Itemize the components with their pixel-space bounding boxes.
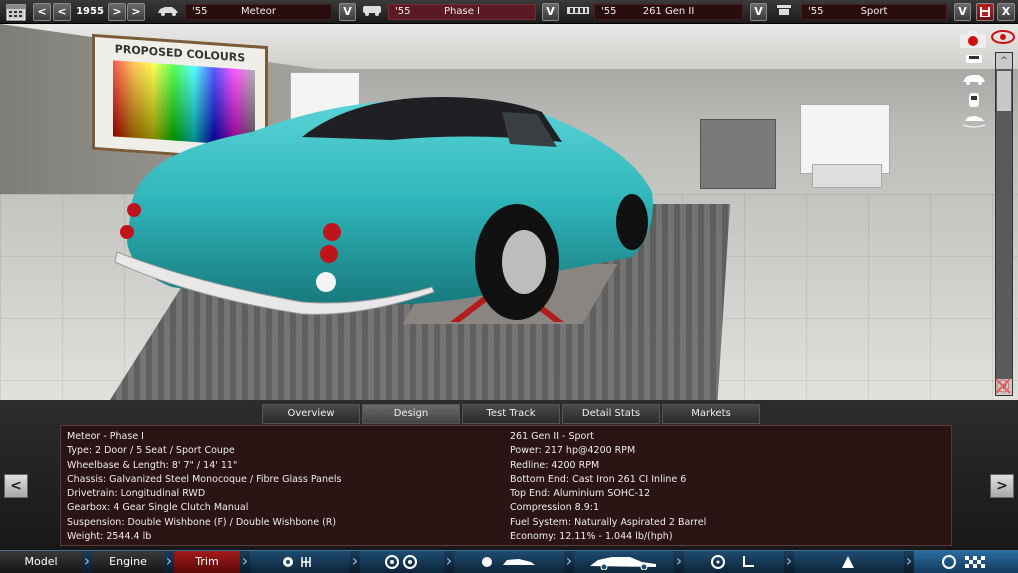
nav-engine[interactable]: Engine xyxy=(92,551,164,573)
tab-detail-stats[interactable]: Detail Stats xyxy=(562,404,660,424)
nav-fuel-testing[interactable] xyxy=(794,551,904,573)
nav-interior[interactable] xyxy=(684,551,784,573)
year-prev-button[interactable]: < xyxy=(53,3,71,21)
engine-summary-column: 261 Gen II - Sport Power: 217 hp@4200 RP… xyxy=(510,430,706,544)
model-dropdown-button[interactable]: V xyxy=(339,3,356,21)
car-gearbox: Gearbox: 4 Gear Single Clutch Manual xyxy=(67,502,249,514)
model-selector[interactable]: '55 Meteor xyxy=(185,4,332,20)
wheels-icon xyxy=(385,555,417,569)
engine-redline: Redline: 4200 RPM xyxy=(510,459,600,471)
reset-view-icon[interactable] xyxy=(992,376,1014,398)
engine-economy: Economy: 12.11% - 1.044 lb/(hph) xyxy=(510,531,673,543)
info-next-button[interactable]: > xyxy=(990,474,1014,498)
nav-design[interactable] xyxy=(574,551,674,573)
interior-icon xyxy=(711,555,754,569)
engine-dropdown-button[interactable]: V xyxy=(750,3,767,21)
garage-window xyxy=(700,119,776,189)
calendar-icon[interactable] xyxy=(4,3,28,21)
scroll-up-button[interactable]: ^ xyxy=(996,53,1012,69)
nav-drivetrain[interactable] xyxy=(250,551,350,573)
car-weight: Weight: 2544.4 lb xyxy=(67,531,152,543)
engine-bottom-end: Bottom End: Cast Iron 261 CI Inline 6 xyxy=(510,473,687,485)
camera-rotate-view-icon[interactable] xyxy=(960,112,988,128)
car-type: Type: 2 Door / 5 Seat / Sport Coupe xyxy=(67,445,235,457)
year-prev-fast-button[interactable]: < xyxy=(33,3,51,21)
camera-zoom-scrollbar[interactable]: ^ v xyxy=(995,52,1013,396)
testing-icon xyxy=(842,556,854,568)
chevron-right-icon: › xyxy=(241,551,249,570)
chevron-right-icon: › xyxy=(351,551,359,570)
nav-trim[interactable]: Trim xyxy=(174,551,240,573)
variant-name: Sport xyxy=(860,6,888,17)
camera-side-view-icon[interactable] xyxy=(960,72,988,88)
car-trim-icon xyxy=(358,3,386,21)
close-button[interactable]: X xyxy=(997,3,1015,21)
car-drivetrain: Drivetrain: Longitudinal RWD xyxy=(67,488,206,500)
gearbox-icon xyxy=(283,557,311,567)
nav-finish[interactable] xyxy=(914,551,1018,573)
year-next-button[interactable]: > xyxy=(108,3,126,21)
model-name: Meteor xyxy=(240,6,277,17)
chevron-right-icon: › xyxy=(165,551,173,570)
trim-dropdown-button[interactable]: V xyxy=(542,3,559,21)
engine-name: 261 Gen II xyxy=(642,6,695,17)
chevron-right-icon: › xyxy=(445,551,453,570)
tab-overview[interactable]: Overview xyxy=(262,404,360,424)
camera-front-view-icon[interactable] xyxy=(962,52,986,68)
car-model-icon xyxy=(154,3,182,21)
engine-selector[interactable]: '55 261 Gen II xyxy=(594,4,743,20)
top-bar: < < 1955 > > '55 Meteor V '55 Phase I V … xyxy=(0,0,1018,24)
tab-test-track[interactable]: Test Track xyxy=(462,404,560,424)
nav-body[interactable] xyxy=(454,551,564,573)
design-summary: Meteor - Phase I Type: 2 Door / 5 Seat /… xyxy=(60,425,952,546)
info-panel: Overview Design Test Track Detail Stats … xyxy=(0,400,1018,550)
engine-fuel-system: Fuel System: Naturally Aspirated 2 Barre… xyxy=(510,516,707,528)
body-icon xyxy=(482,557,535,567)
chevron-right-icon: › xyxy=(83,551,91,570)
chevron-right-icon: › xyxy=(905,551,913,570)
car-chassis: Chassis: Galvanized Steel Monocoque / Fi… xyxy=(67,473,342,485)
car-model-render xyxy=(114,97,653,322)
info-tabs: Overview Design Test Track Detail Stats … xyxy=(262,404,760,424)
chevron-right-icon: › xyxy=(675,551,683,570)
car-suspension: Suspension: Double Wishbone (F) / Double… xyxy=(67,516,337,528)
finish-flag-icon xyxy=(942,555,985,569)
chevron-right-icon: › xyxy=(565,551,573,570)
car-summary-column: Meteor - Phase I Type: 2 Door / 5 Seat /… xyxy=(67,430,341,544)
save-button[interactable] xyxy=(976,3,994,21)
nav-model[interactable]: Model xyxy=(0,551,82,573)
chevron-right-icon: › xyxy=(785,551,793,570)
engine-power: Power: 217 hp@4200 RPM xyxy=(510,445,636,457)
camera-top-view-icon[interactable] xyxy=(962,92,986,108)
save-icon xyxy=(980,7,990,17)
trim-icon xyxy=(771,3,797,21)
engine-top-end: Top End: Aluminium SOHC-12 xyxy=(510,488,651,500)
year-next-fast-button[interactable]: > xyxy=(127,3,145,21)
tab-design[interactable]: Design xyxy=(362,404,460,424)
bottom-navigation: Model › Engine › Trim › › › › › › › xyxy=(0,550,1018,573)
screenshot-camera-icon[interactable] xyxy=(958,29,988,49)
view-toggle-eye-icon[interactable] xyxy=(990,29,1016,47)
variant-selector[interactable]: '55 Sport xyxy=(801,4,947,20)
year-display: 1955 xyxy=(76,6,104,17)
garage-viewport[interactable]: PROPOSED COLOURS ^ xyxy=(0,24,1018,400)
engine-title: 261 Gen II - Sport xyxy=(510,431,594,442)
car-design-icon xyxy=(590,557,656,571)
engine-icon xyxy=(564,3,592,21)
car-wheelbase: Wheelbase & Length: 8' 7" / 14' 11" xyxy=(67,459,238,471)
trim-selector[interactable]: '55 Phase I xyxy=(388,4,536,20)
engine-compression: Compression 8.9:1 xyxy=(510,502,600,514)
scroll-thumb[interactable] xyxy=(997,71,1011,111)
tab-markets[interactable]: Markets xyxy=(662,404,760,424)
nav-wheels[interactable] xyxy=(360,551,444,573)
trim-name: Phase I xyxy=(444,6,480,17)
variant-dropdown-button[interactable]: V xyxy=(954,3,971,21)
workbench xyxy=(812,164,882,188)
car-title: Meteor - Phase I xyxy=(67,431,144,442)
info-prev-button[interactable]: < xyxy=(4,474,28,498)
